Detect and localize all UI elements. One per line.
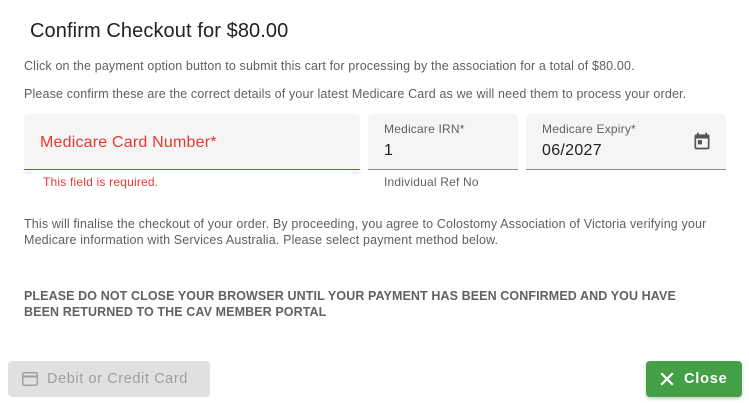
medicare-card-number-field[interactable]: Medicare Card Number* bbox=[24, 114, 360, 170]
close-icon bbox=[660, 372, 674, 386]
medicare-card-number-label: Medicare Card Number* bbox=[40, 134, 217, 151]
payment-warning: PLEASE DO NOT CLOSE YOUR BROWSER UNTIL Y… bbox=[24, 289, 676, 319]
medicare-irn-field[interactable]: Medicare IRN* 1 bbox=[368, 114, 518, 170]
credit-card-icon bbox=[22, 372, 38, 386]
confirm-details-text: Please confirm these are the correct det… bbox=[24, 87, 687, 101]
debit-credit-card-button[interactable]: Debit or Credit Card bbox=[8, 361, 210, 397]
calendar-icon[interactable] bbox=[692, 131, 712, 151]
close-button[interactable]: Close bbox=[646, 361, 742, 397]
medicare-irn-label: Medicare IRN* bbox=[384, 122, 465, 136]
checkout-dialog: Confirm Checkout for $80.00 Click on the… bbox=[0, 0, 749, 403]
medicare-irn-value: 1 bbox=[384, 142, 394, 159]
consent-text: This will finalise the checkout of your … bbox=[24, 217, 707, 247]
dialog-title: Confirm Checkout for $80.00 bbox=[30, 20, 289, 42]
medicare-expiry-label: Medicare Expiry* bbox=[542, 122, 636, 136]
debit-credit-card-label: Debit or Credit Card bbox=[47, 371, 188, 387]
medicare-expiry-field[interactable]: Medicare Expiry* 06/2027 bbox=[526, 114, 726, 170]
medicare-expiry-value: 06/2027 bbox=[542, 142, 602, 159]
intro-text: Click on the payment option button to su… bbox=[24, 59, 635, 73]
medicare-irn-hint: Individual Ref No bbox=[384, 175, 479, 189]
close-label: Close bbox=[684, 371, 728, 387]
medicare-card-error: This field is required. bbox=[43, 175, 159, 189]
